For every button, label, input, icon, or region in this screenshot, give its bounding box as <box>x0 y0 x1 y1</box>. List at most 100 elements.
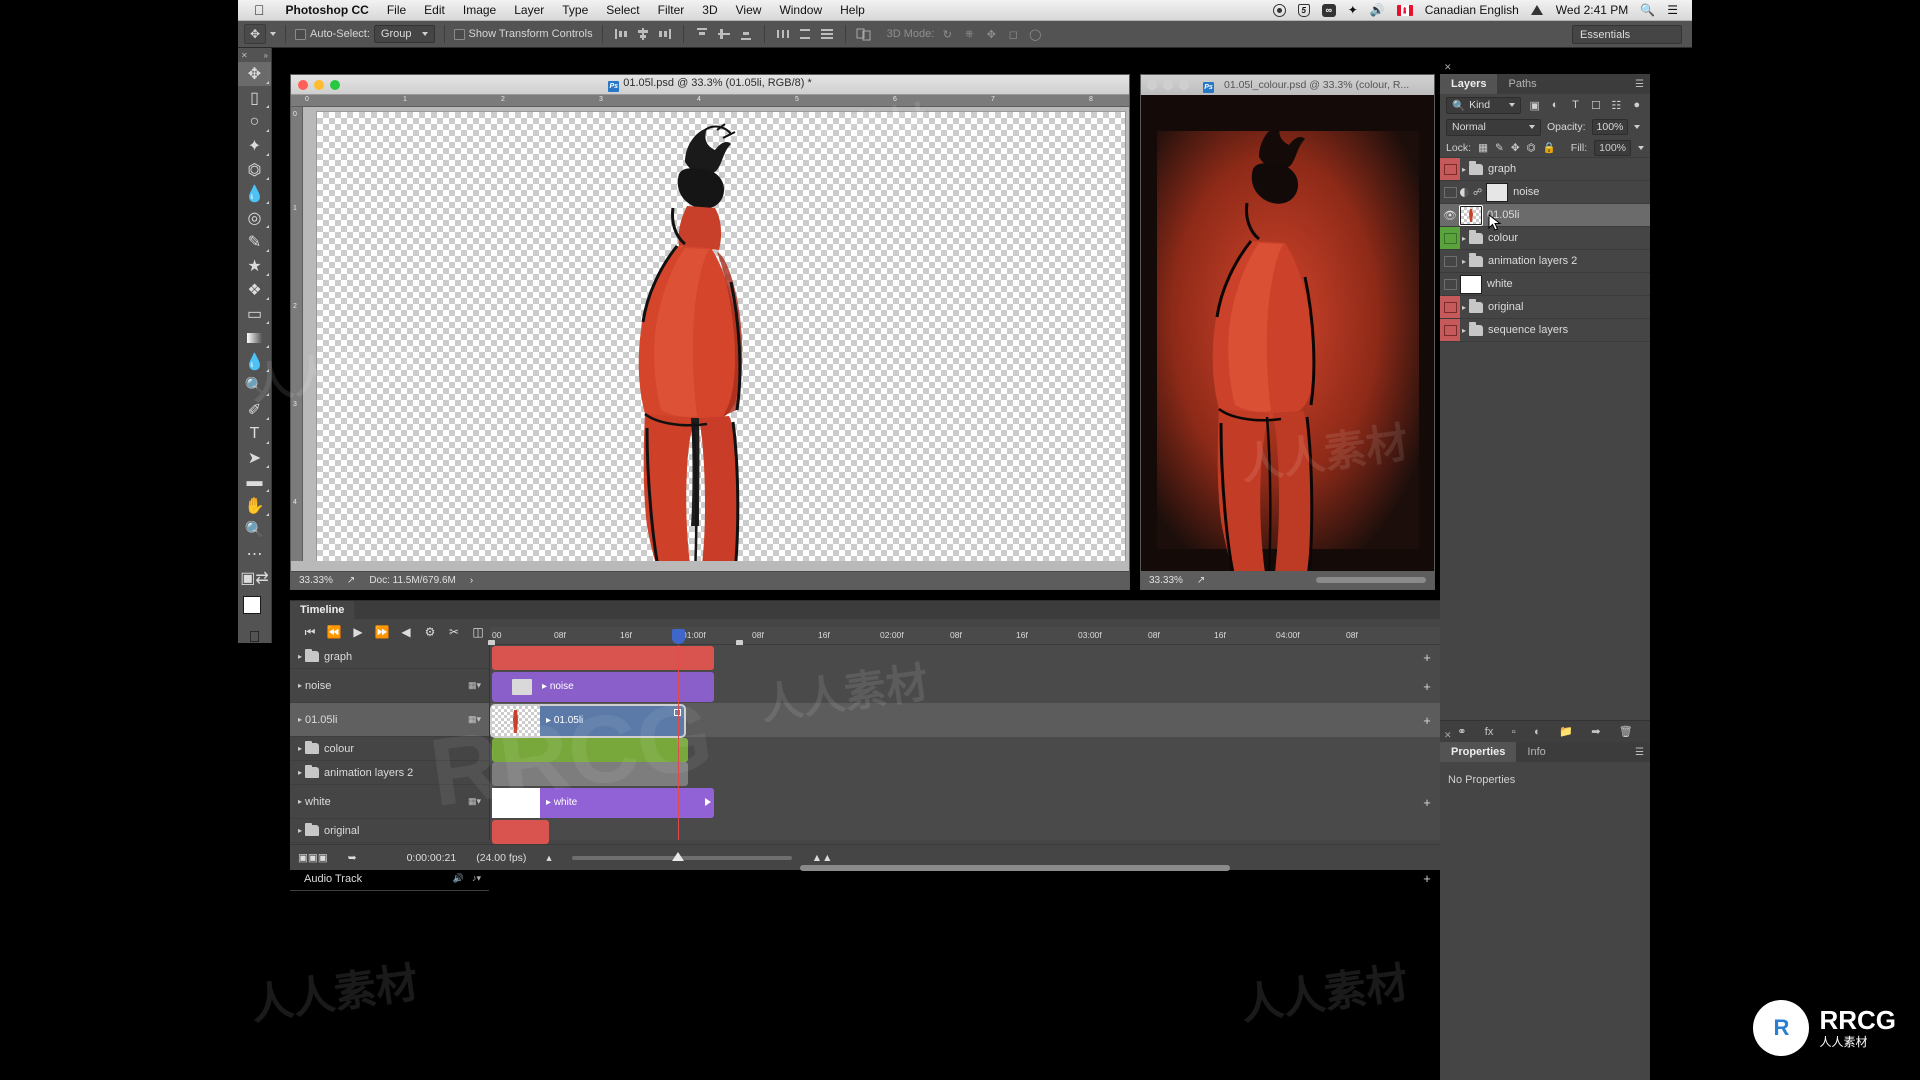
chevron-right-icon[interactable]: ▸ <box>298 768 302 777</box>
eyedropper-tool[interactable]: 💧 <box>238 182 271 206</box>
timeline-clip-noise[interactable]: ▸ noise <box>492 672 714 702</box>
current-time-readout[interactable]: 0:00:00:21 <box>407 852 457 864</box>
chevron-right-icon[interactable]: ▸ <box>298 681 302 690</box>
lock-artboard-icon[interactable]: ⏣ <box>1527 142 1536 154</box>
timeline-clip-white[interactable]: ▸ white <box>492 788 714 818</box>
horizontal-type-tool[interactable]: T <box>238 422 271 446</box>
lock-all-icon[interactable]: 🔒 <box>1543 141 1556 154</box>
history-brush-tool[interactable]: ❖ <box>238 278 271 302</box>
canvas-area[interactable] <box>303 107 1129 561</box>
move-tool[interactable]: ✥ <box>238 62 271 86</box>
layer-mask-thumbnail[interactable] <box>1486 182 1509 202</box>
add-media-button[interactable]: + <box>1420 795 1434 810</box>
layer-visibility-toggle[interactable] <box>1440 296 1460 318</box>
gradient-tool[interactable] <box>238 326 271 350</box>
chevron-right-icon[interactable]: ▸ <box>1462 326 1466 335</box>
opacity-value[interactable]: 100% <box>1591 119 1629 135</box>
minimize-button[interactable] <box>314 79 324 90</box>
timeline-clip-01-05li[interactable]: ▸ 01.05li <box>490 704 686 738</box>
layer-row-colour[interactable]: ▸ colour <box>1440 227 1650 250</box>
foreground-color-swatch[interactable] <box>243 596 261 614</box>
menu-item-view[interactable]: View <box>727 3 771 17</box>
rectangular-marquee-tool[interactable]: ▯ <box>238 86 271 110</box>
wifi-icon[interactable] <box>1525 5 1550 15</box>
timeline-track-white[interactable]: ▸ white ▦▾ <box>290 785 489 819</box>
smart-object-filter-icon[interactable]: ☷ <box>1609 98 1623 113</box>
share-icon[interactable]: ↗ <box>347 575 355 586</box>
chevron-right-icon[interactable]: ▸ <box>1462 234 1466 243</box>
layer-row-sequence-layers[interactable]: ▸ sequence layers <box>1440 319 1650 342</box>
layer-mask-icon[interactable]: ▫ <box>1512 726 1516 738</box>
menu-item-file[interactable]: File <box>378 3 415 17</box>
zoom-button[interactable] <box>1179 80 1189 90</box>
chevron-right-icon[interactable]: ▸ <box>298 797 302 806</box>
zoom-level[interactable]: 33.33% <box>299 575 333 586</box>
timeline-ruler[interactable]: 00 08f 16f 01:00f 08f 16f 02:00f 08f 16f… <box>488 627 1440 649</box>
new-group-icon[interactable]: 📁 <box>1559 725 1573 738</box>
chevron-right-icon[interactable]: ▸ <box>1462 257 1466 266</box>
more-tools-icon[interactable]: ⋯ <box>238 542 271 566</box>
clip-lane[interactable] <box>490 737 1440 762</box>
chevron-right-icon[interactable]: ▸ <box>298 715 302 724</box>
quick-mask-icon[interactable]: ⎕ <box>238 628 271 648</box>
menu-item-filter[interactable]: Filter <box>649 3 694 17</box>
clip-lane[interactable] <box>490 819 1440 844</box>
rectangle-tool[interactable]: ▬ <box>238 470 271 494</box>
tool-preset-chevron-down-icon[interactable] <box>270 32 276 36</box>
convert-to-frame-animation-icon[interactable]: ▣▣▣ <box>298 852 328 864</box>
canvas-area-secondary[interactable] <box>1141 95 1434 571</box>
tab-properties[interactable]: Properties <box>1440 742 1517 762</box>
close-icon[interactable]: ✕ <box>241 51 248 60</box>
blur-tool[interactable]: 💧 <box>238 350 271 374</box>
minimize-button[interactable] <box>1163 80 1173 90</box>
timeline-horizontal-scrollbar[interactable] <box>720 865 1440 872</box>
dropbox-icon[interactable]: ✦ <box>1342 3 1364 17</box>
layer-visibility-toggle[interactable] <box>1440 319 1460 341</box>
menu-item-type[interactable]: Type <box>553 3 597 17</box>
timeline-clip-colour[interactable] <box>492 738 688 762</box>
share-icon[interactable]: ↗ <box>1197 575 1205 586</box>
shape-filter-icon[interactable]: ☐ <box>1589 98 1603 113</box>
lock-image-pixels-icon[interactable]: ✎ <box>1495 142 1504 154</box>
menu-item-help[interactable]: Help <box>831 3 874 17</box>
layer-visibility-toggle[interactable] <box>1440 181 1460 203</box>
workspace-selector[interactable]: Essentials <box>1572 25 1682 44</box>
fill-value[interactable]: 100% <box>1594 139 1631 156</box>
type-filter-icon[interactable]: T <box>1568 98 1582 113</box>
link-mask-icon[interactable]: ☍ <box>1473 187 1482 198</box>
hand-tool[interactable]: ✋ <box>238 494 271 518</box>
chevron-right-icon[interactable]: ▸ <box>298 652 302 661</box>
path-selection-tool[interactable]: ➤ <box>238 446 271 470</box>
audio-mute-icon[interactable]: ◀ <box>394 621 418 643</box>
blend-mode-dropdown[interactable]: Normal <box>1446 118 1541 136</box>
spot-healing-brush-tool[interactable]: ◎ <box>238 206 271 230</box>
menu-item-edit[interactable]: Edit <box>415 3 454 17</box>
clip-lane[interactable]: + <box>490 645 1440 670</box>
color-swatches[interactable] <box>238 594 271 628</box>
canvas-transparency-checkerboard[interactable] <box>316 111 1126 561</box>
layer-visibility-toggle[interactable] <box>1440 227 1460 249</box>
new-layer-icon[interactable]: ➡ <box>1591 725 1600 738</box>
timeline-track-animation-layers-2[interactable]: ▸ animation layers 2 <box>290 761 489 785</box>
chevron-right-icon[interactable]: ▸ <box>298 744 302 753</box>
volume-icon[interactable]: 🔊 <box>1364 3 1391 17</box>
timeline-clip-area[interactable]: + ▸ noise + ▸ 01.05li + ▸ white + + <box>490 629 1440 886</box>
clip-lane[interactable] <box>490 761 1440 786</box>
layer-row-graph[interactable]: ▸ graph <box>1440 158 1650 181</box>
go-to-first-frame-icon[interactable]: ⏮ <box>298 621 322 643</box>
record-icon[interactable] <box>1267 3 1292 17</box>
document-title-bar-secondary[interactable]: Ps 01.05l_colour.psd @ 33.3% (colour, R.… <box>1141 75 1434 95</box>
close-icon[interactable]: ✕ <box>1444 730 1452 741</box>
zoom-in-icon[interactable]: ▲▲ <box>812 852 833 864</box>
timeline-zoom-knob[interactable] <box>671 851 684 861</box>
layer-visibility-toggle[interactable] <box>1440 158 1460 180</box>
layer-thumbnail[interactable] <box>1460 274 1482 294</box>
add-media-button[interactable]: + <box>1420 713 1434 728</box>
input-source-flag-icon[interactable] <box>1391 4 1419 16</box>
layer-style-icon[interactable]: fx <box>1485 726 1494 738</box>
expand-icon[interactable]: » <box>264 51 268 60</box>
play-icon[interactable]: ▶ <box>346 621 370 643</box>
layer-row-original[interactable]: ▸ original <box>1440 296 1650 319</box>
layer-row-noise[interactable]: ☍ noise <box>1440 181 1650 204</box>
playhead-handle[interactable] <box>672 629 685 644</box>
